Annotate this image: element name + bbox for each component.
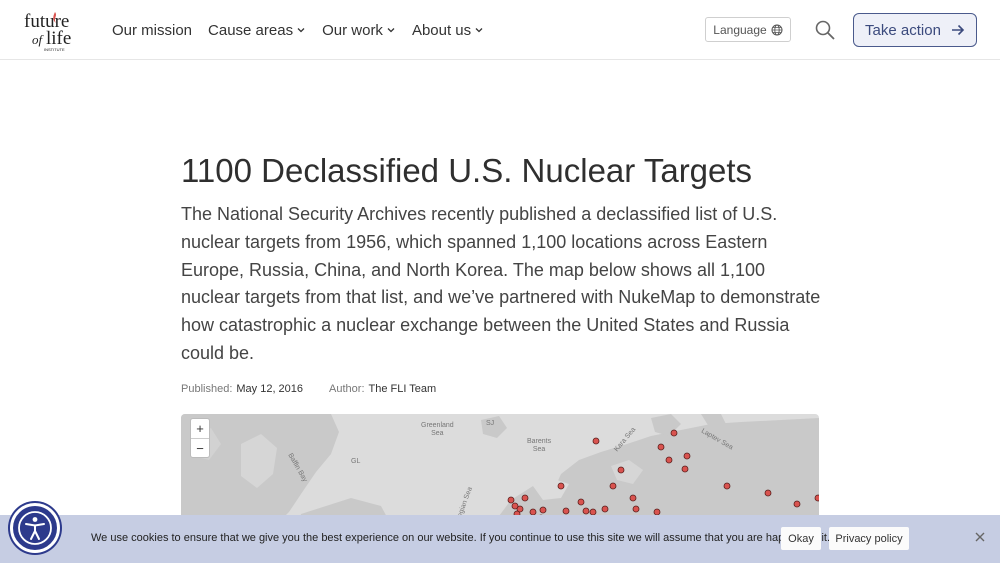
label-text: Barents Sea: [527, 438, 552, 453]
chevron-down-icon: [296, 25, 306, 35]
svg-text:INSTITUTE: INSTITUTE: [44, 47, 65, 52]
target-marker[interactable]: [507, 496, 515, 504]
target-marker[interactable]: [632, 505, 640, 513]
target-marker[interactable]: [814, 494, 819, 502]
language-label: Language: [713, 22, 767, 37]
target-marker[interactable]: [521, 494, 529, 502]
target-marker[interactable]: [609, 482, 617, 490]
nav-our-work[interactable]: Our work: [322, 20, 396, 40]
label-greenland-sea: Greenland Sea: [421, 422, 454, 438]
nav-our-mission[interactable]: Our mission: [112, 20, 192, 40]
map-zoom-control: + −: [190, 418, 210, 458]
privacy-policy-button[interactable]: Privacy policy: [829, 527, 909, 550]
take-action-button[interactable]: Take action: [853, 13, 977, 47]
target-marker[interactable]: [665, 456, 673, 464]
fli-logo-icon: future of life INSTITUTE: [24, 11, 71, 52]
search-icon[interactable]: [814, 19, 836, 41]
svg-text:of: of: [32, 32, 45, 47]
target-marker[interactable]: [657, 443, 665, 451]
label-gl: GL: [351, 458, 361, 465]
target-marker[interactable]: [683, 452, 691, 460]
published-date: May 12, 2016: [236, 383, 304, 395]
target-marker[interactable]: [562, 507, 570, 515]
chevron-down-icon: [474, 25, 484, 35]
close-icon[interactable]: [973, 530, 987, 544]
page-title: 1100 Declassified U.S. Nuclear Targets: [181, 152, 753, 189]
main-nav: Our mission Cause areas Our work About u…: [112, 20, 500, 40]
nav-about-us[interactable]: About us: [412, 20, 484, 40]
site-header: future of life INSTITUTE Our mission Cau…: [0, 0, 1000, 60]
label-barents-sea: Barents Sea: [527, 438, 551, 454]
label-text: Greenland Sea: [421, 422, 454, 437]
arrow-right-icon: [951, 23, 965, 37]
nav-label: Our work: [322, 21, 383, 39]
target-marker[interactable]: [601, 505, 609, 513]
target-marker[interactable]: [582, 507, 590, 515]
target-marker[interactable]: [723, 482, 731, 490]
take-action-label: Take action: [865, 21, 941, 39]
cookie-message: We use cookies to ensure that we give yo…: [91, 532, 831, 544]
zoom-out-button[interactable]: −: [191, 438, 209, 457]
nav-cause-areas[interactable]: Cause areas: [208, 20, 306, 40]
zoom-in-button[interactable]: +: [191, 419, 209, 438]
target-marker[interactable]: [670, 429, 678, 437]
target-marker[interactable]: [764, 489, 772, 497]
accessibility-icon[interactable]: [10, 503, 60, 553]
target-marker[interactable]: [511, 502, 519, 510]
target-marker[interactable]: [617, 466, 625, 474]
target-marker[interactable]: [577, 498, 585, 506]
nav-label: Cause areas: [208, 21, 294, 39]
target-marker[interactable]: [793, 500, 801, 508]
target-marker[interactable]: [681, 465, 689, 473]
nav-label: Our mission: [112, 21, 193, 39]
author-name[interactable]: The FLI Team: [369, 383, 437, 395]
cookie-okay-button[interactable]: Okay: [781, 527, 821, 550]
label-sj: SJ: [486, 420, 495, 427]
target-marker[interactable]: [557, 482, 565, 490]
author-label: Author:: [329, 383, 365, 395]
target-marker[interactable]: [629, 494, 637, 502]
target-marker[interactable]: [539, 506, 547, 514]
cookie-banner: We use cookies to ensure that we give yo…: [0, 515, 1000, 563]
published-label: Published:: [181, 383, 233, 395]
svg-text:life: life: [46, 28, 71, 49]
article-meta: Published: May 12, 2016 Author: The FLI …: [181, 383, 458, 395]
chevron-down-icon: [386, 25, 396, 35]
nav-label: About us: [411, 21, 472, 39]
target-marker[interactable]: [592, 437, 600, 445]
article-intro: The National Security Archives recently …: [181, 204, 821, 363]
language-selector[interactable]: Language: [705, 17, 791, 42]
globe-icon: [771, 24, 783, 36]
fli-logo[interactable]: future of life INSTITUTE: [22, 8, 84, 52]
